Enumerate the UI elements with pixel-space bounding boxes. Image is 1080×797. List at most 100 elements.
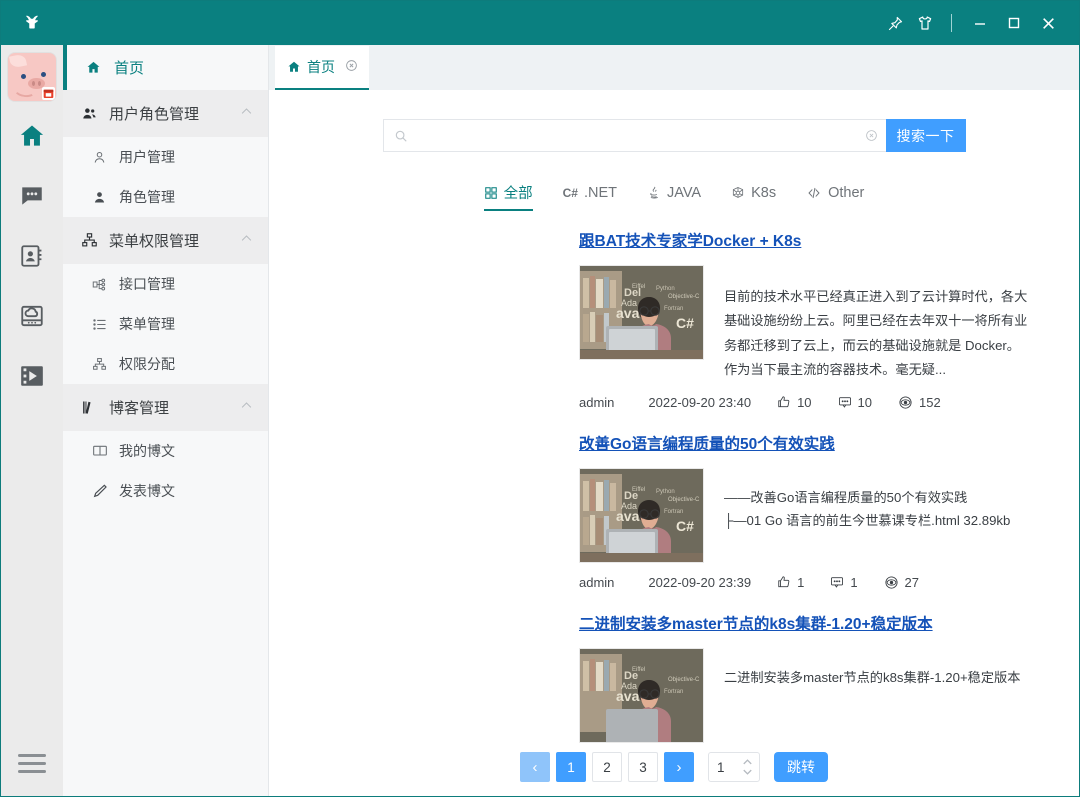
post-views-count: 152 xyxy=(919,394,941,410)
sidebar-item-publish-post[interactable]: 发表博文 xyxy=(63,471,268,511)
book-icon xyxy=(81,399,98,416)
svg-text:ava: ava xyxy=(616,508,640,524)
thumbs-up-icon xyxy=(777,575,791,589)
sidebar-item-menu-management[interactable]: 菜单管理 xyxy=(63,304,268,344)
search-icon xyxy=(394,129,408,143)
sidebar-item-home[interactable]: 首页 xyxy=(63,45,268,90)
chevron-up-icon xyxy=(239,398,254,417)
pagination-page-1[interactable]: 1 xyxy=(556,752,586,782)
close-button[interactable] xyxy=(1031,8,1065,38)
clear-circle-icon[interactable] xyxy=(865,129,878,142)
sidebar-item-user-management[interactable]: 用户管理 xyxy=(63,137,268,177)
sidebar-item-role-management[interactable]: 角色管理 xyxy=(63,177,268,217)
search-row: 搜索一下 xyxy=(269,90,1079,152)
post-views-count: 27 xyxy=(904,574,920,590)
post-title-link[interactable]: 二进制安装多master节点的k8s集群-1.20+稳定版本 xyxy=(579,612,933,634)
post-title-link[interactable]: 跟BAT技术专家学Docker + K8s xyxy=(579,229,801,251)
sidebar-item-api-management[interactable]: 接口管理 xyxy=(63,264,268,304)
skin-shirt-icon[interactable] xyxy=(910,8,940,38)
list-icon xyxy=(91,316,108,333)
pagination-prev[interactable]: ‹ xyxy=(520,752,550,782)
svg-text:Fortran: Fortran xyxy=(664,306,683,312)
post-likes: 1 xyxy=(777,575,804,590)
sidebar-item-my-posts[interactable]: 我的博文 xyxy=(63,431,268,471)
pagination-page-3[interactable]: 3 xyxy=(628,752,658,782)
comment-icon xyxy=(838,395,852,409)
close-circle-icon[interactable] xyxy=(345,59,358,75)
post-likes: 10 xyxy=(777,395,812,410)
api-node-icon xyxy=(91,276,108,293)
filter-k8s[interactable]: K8s xyxy=(731,185,776,209)
code-icon xyxy=(806,186,822,200)
list-item: 跟BAT技术专家学Docker + K8s Eiffel Del Python … xyxy=(269,229,1079,410)
post-views: 152 xyxy=(898,395,941,410)
pagination-jump-field[interactable] xyxy=(708,752,760,782)
svg-text:Objective-C: Objective-C xyxy=(668,497,700,503)
rail-item-chat[interactable] xyxy=(9,175,55,221)
pagination: ‹ 1 2 3 › 跳转 xyxy=(269,752,1079,782)
post-meta: admin 2022-09-20 23:39 1 1 27 xyxy=(579,575,1031,590)
post-meta: admin 2022-09-20 23:40 10 10 152 xyxy=(579,395,1031,410)
svg-text:C#: C# xyxy=(676,315,694,331)
search-box xyxy=(382,119,886,152)
sidebar-item-publish-post-label: 发表博文 xyxy=(119,483,175,499)
sidebar-item-permission-assign-label: 权限分配 xyxy=(119,356,175,372)
sidebar-group-menu-permission-label: 菜单权限管理 xyxy=(109,233,200,250)
comment-icon xyxy=(830,575,844,589)
filter-dotnet[interactable]: C# .NET xyxy=(563,185,617,209)
rail-item-contacts[interactable] xyxy=(9,235,55,281)
contacts-icon xyxy=(19,243,45,274)
sidebar-item-permission-assign[interactable]: 权限分配 xyxy=(63,344,268,384)
java-icon xyxy=(647,185,661,200)
minimize-button[interactable] xyxy=(963,8,997,38)
app-body: 首页 用户角色管理 用户管理 角色管理 菜单权限管理 接口管理 菜单管理 权限分… xyxy=(1,45,1079,796)
filter-all[interactable]: 全部 xyxy=(483,182,533,211)
pagination-next[interactable]: › xyxy=(664,752,694,782)
filter-other[interactable]: Other xyxy=(806,185,864,209)
post-title-link[interactable]: 改善Go语言编程质量的50个有效实践 xyxy=(579,432,835,454)
maximize-button[interactable] xyxy=(997,8,1031,38)
pagination-jump-button[interactable]: 跳转 xyxy=(774,752,828,782)
users-group-icon xyxy=(81,105,98,122)
user-outline-icon xyxy=(91,149,108,166)
search-button[interactable]: 搜索一下 xyxy=(885,119,966,152)
post-thumbnail[interactable]: Eiffel De Python Objective-C Ada ava C F… xyxy=(579,467,704,563)
post-list: 跟BAT技术专家学Docker + K8s Eiffel Del Python … xyxy=(269,211,1079,796)
hamburger-icon[interactable] xyxy=(18,749,46,778)
tab-home[interactable]: 首页 xyxy=(275,46,369,90)
post-comments: 1 xyxy=(830,574,858,590)
pin-icon[interactable] xyxy=(880,8,910,38)
chevron-up-icon xyxy=(239,231,254,250)
pagination-jump-input[interactable] xyxy=(717,759,739,775)
post-comments: 10 xyxy=(838,395,872,410)
svg-text:Fortran: Fortran xyxy=(664,509,683,515)
pig-avatar[interactable] xyxy=(8,53,56,101)
post-thumbnail[interactable]: Eiffel De Objective-C Ada ava C Fortran xyxy=(579,647,704,743)
rail-item-cloud-drive[interactable] xyxy=(9,295,55,341)
post-author: admin xyxy=(579,574,615,590)
post-comments-count: 10 xyxy=(857,394,873,410)
pagination-page-2[interactable]: 2 xyxy=(592,752,622,782)
search-input[interactable] xyxy=(415,128,857,143)
svg-text:Objective-C: Objective-C xyxy=(668,294,700,300)
content-area: 首页 搜索一下 全部 C# .NET JAVA K8s Other 跟BAT技术… xyxy=(269,45,1079,796)
post-date: 2022-09-20 23:39 xyxy=(648,574,752,590)
post-thumbnail[interactable]: Eiffel Del Python Objective-C Ada ava C … xyxy=(579,265,704,360)
rail-item-home[interactable] xyxy=(9,115,55,161)
sidebar-group-user-role[interactable]: 用户角色管理 xyxy=(63,90,268,137)
sidebar-item-role-management-label: 角色管理 xyxy=(119,189,175,205)
stepper-icon[interactable] xyxy=(741,758,754,776)
filter-k8s-label: K8s xyxy=(751,184,777,201)
category-filters: 全部 C# .NET JAVA K8s Other xyxy=(269,182,1079,211)
sitemap-icon xyxy=(81,232,98,249)
post-author: admin xyxy=(579,394,615,410)
title-bar xyxy=(1,1,1079,45)
filter-java[interactable]: JAVA xyxy=(647,185,701,209)
post-comments-count: 1 xyxy=(850,574,858,590)
sidebar-group-menu-permission[interactable]: 菜单权限管理 xyxy=(63,217,268,264)
open-book-icon xyxy=(91,443,108,460)
rail-item-video[interactable] xyxy=(9,355,55,401)
home-icon xyxy=(18,122,46,155)
sidebar-group-user-role-label: 用户角色管理 xyxy=(109,106,200,123)
sidebar-group-blog[interactable]: 博客管理 xyxy=(63,384,268,431)
